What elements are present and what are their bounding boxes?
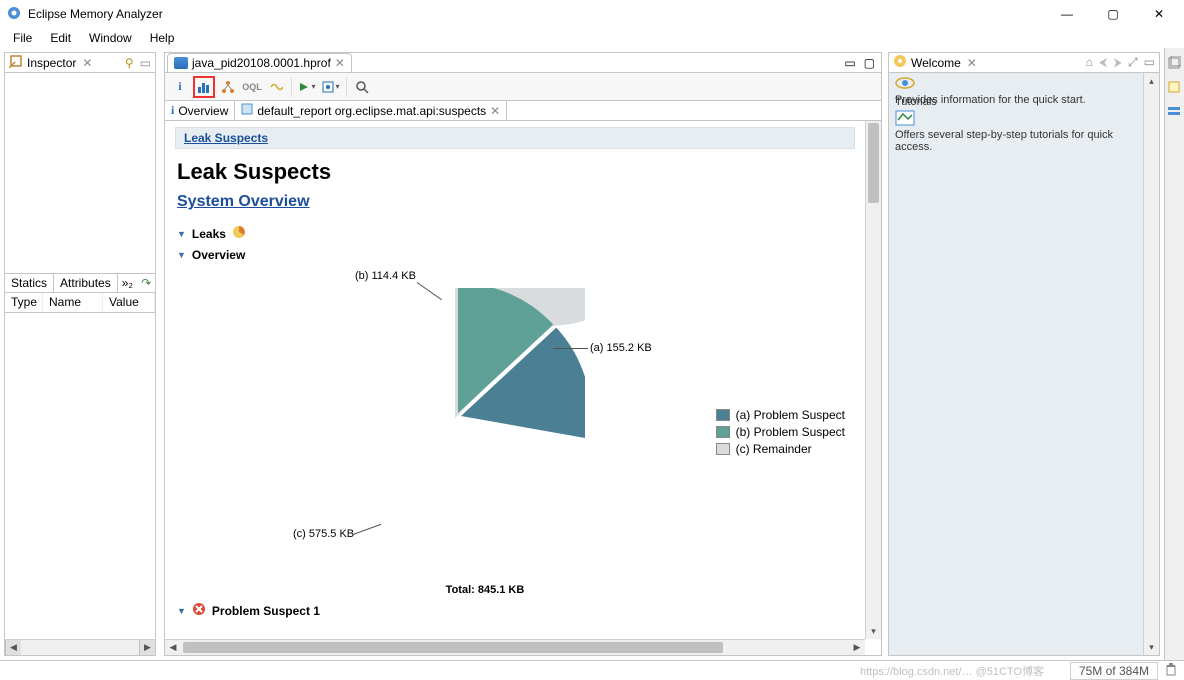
system-overview-link[interactable]: System Overview — [177, 193, 853, 211]
fast-view-bar — [1164, 48, 1184, 660]
leaks-label: Leaks — [192, 227, 226, 241]
inspector-tab-statics[interactable]: Statics — [5, 274, 54, 292]
editor-vscroll[interactable]: ▴▾ — [865, 121, 881, 639]
twistie-icon: ▼ — [177, 229, 186, 239]
breadcrumb: Leak Suspects — [175, 127, 855, 149]
inspector-run-icon[interactable]: ↷ — [137, 276, 155, 290]
info-button[interactable]: i — [169, 76, 191, 98]
welcome-icon — [893, 54, 907, 71]
slice-c-label: (c) 575.5 KB — [293, 528, 354, 540]
subtab-report[interactable]: default_report org.eclipse.mat.api:suspe… — [235, 101, 507, 120]
menu-file[interactable]: File — [6, 29, 39, 47]
app-icon — [6, 5, 22, 24]
breadcrumb-link[interactable]: Leak Suspects — [184, 131, 268, 145]
editor-maximize-icon[interactable]: ▢ — [864, 56, 875, 70]
search-button[interactable] — [351, 76, 373, 98]
inspector-title: Inspector — [27, 56, 76, 70]
welcome-tutorials-icon[interactable] — [895, 110, 1153, 129]
report-icon — [241, 103, 253, 118]
file-tab-close-icon[interactable]: ✕ — [335, 56, 345, 70]
inspector-close-icon[interactable]: ✕ — [82, 56, 92, 70]
leaks-section[interactable]: ▼ Leaks — [177, 225, 853, 242]
welcome-back-icon[interactable]: ⮜ — [1099, 55, 1108, 70]
legend-b: (b) Problem Suspect — [736, 425, 845, 439]
inspector-hscroll[interactable]: ◀▶ — [5, 639, 155, 655]
gc-button[interactable] — [1164, 662, 1178, 679]
overview-label: Overview — [192, 248, 245, 262]
thread-button[interactable] — [265, 76, 287, 98]
page-title: Leak Suspects — [177, 159, 853, 185]
menu-bar: File Edit Window Help — [0, 28, 1184, 48]
menu-window[interactable]: Window — [82, 29, 139, 47]
slice-a-label: (a) 155.2 KB — [590, 342, 652, 354]
heap-status[interactable]: 75M of 384M — [1070, 662, 1158, 680]
minimize-button[interactable]: — — [1044, 2, 1090, 26]
inspector-icon — [9, 54, 23, 71]
navigation-history-icon[interactable] — [1167, 104, 1183, 120]
leaks-pie-icon — [232, 225, 246, 242]
histogram-button[interactable] — [193, 76, 215, 98]
chart-legend: (a) Problem Suspect (b) Problem Suspect … — [716, 405, 845, 459]
watermark-text: https://blog.csdn.net/… @51CTO博客 — [860, 663, 1044, 679]
overview-section[interactable]: ▼ Overview — [177, 248, 853, 262]
inspector-tab-attributes[interactable]: Attributes — [54, 274, 118, 292]
problem-suspect-section[interactable]: ▼ Problem Suspect 1 — [177, 602, 853, 619]
welcome-magnify-icon[interactable]: ⤢ — [1128, 55, 1138, 70]
welcome-title: Welcome — [911, 56, 961, 70]
welcome-overview-icon[interactable] — [895, 75, 1153, 94]
twistie-icon: ▼ — [177, 250, 186, 260]
dominator-tree-button[interactable] — [217, 76, 239, 98]
editor-hscroll[interactable]: ◀▶ — [165, 639, 865, 655]
welcome-panel: Welcome ✕ ⌂ ⮜ ⮞ ⤢ ▭ Provides information… — [888, 52, 1160, 656]
report-content: Leak Suspects Leak Suspects System Overv… — [165, 121, 865, 639]
heap-file-icon — [174, 57, 188, 69]
menu-edit[interactable]: Edit — [43, 29, 78, 47]
welcome-fwd-icon[interactable]: ⮞ — [1113, 55, 1122, 70]
restore-view-icon[interactable] — [1167, 56, 1183, 72]
editor-toolbar: i OQL — [165, 73, 881, 101]
twistie-icon: ▼ — [177, 606, 186, 616]
subtab-close-icon[interactable]: ✕ — [490, 104, 500, 118]
oql-button[interactable]: OQL — [241, 76, 263, 98]
close-window-button[interactable]: ✕ — [1136, 2, 1182, 26]
title-bar: Eclipse Memory Analyzer — ▢ ✕ — [0, 0, 1184, 28]
welcome-vscroll[interactable]: ▴▾ — [1143, 73, 1159, 655]
query-browser-button[interactable] — [320, 76, 342, 98]
slice-b-label: (b) 114.4 KB — [355, 270, 416, 282]
col-name[interactable]: Name — [43, 293, 103, 312]
subtab-report-label: default_report org.eclipse.mat.api:suspe… — [257, 104, 486, 118]
error-icon — [192, 602, 206, 619]
notes-view-icon[interactable] — [1167, 80, 1183, 96]
subtab-overview-label: Overview — [178, 104, 228, 118]
run-report-button[interactable] — [296, 76, 318, 98]
legend-a: (a) Problem Suspect — [736, 408, 845, 422]
col-type[interactable]: Type — [5, 293, 43, 312]
editor-area: java_pid20108.0001.hprof ✕ ▭ ▢ i OQL i O… — [164, 52, 882, 656]
problem-title: Problem Suspect 1 — [212, 604, 320, 618]
menu-help[interactable]: Help — [143, 29, 182, 47]
file-tab-label: java_pid20108.0001.hprof — [192, 56, 331, 70]
welcome-min-icon[interactable]: ▭ — [1144, 55, 1155, 70]
file-tab[interactable]: java_pid20108.0001.hprof ✕ — [167, 53, 352, 72]
maximize-button[interactable]: ▢ — [1090, 2, 1136, 26]
welcome-home-icon[interactable]: ⌂ — [1086, 55, 1093, 70]
welcome-close-icon[interactable]: ✕ — [967, 56, 977, 70]
legend-c: (c) Remainder — [736, 442, 812, 456]
inspector-tab-overflow[interactable]: »₂ — [118, 274, 137, 292]
inspector-panel: Inspector ✕ ⚲ ▭ Statics Attributes »₂ ↷ … — [4, 52, 156, 656]
col-value[interactable]: Value — [103, 293, 155, 312]
subtab-overview[interactable]: i Overview — [165, 101, 235, 120]
welcome-tutorials-text: Offers several step-by-step tutorials fo… — [895, 129, 1153, 153]
inspector-pin-icon[interactable]: ⚲ — [125, 56, 134, 70]
editor-minimize-icon[interactable]: ▭ — [844, 56, 855, 70]
status-bar: https://blog.csdn.net/… @51CTO博客 75M of … — [0, 660, 1184, 680]
window-title: Eclipse Memory Analyzer — [28, 7, 163, 21]
info-icon: i — [171, 103, 174, 118]
inspector-minimize-icon[interactable]: ▭ — [140, 56, 151, 70]
leak-pie-chart: (b) 114.4 KB (a) 155.2 KB (c) 575.5 KB (… — [175, 270, 855, 590]
